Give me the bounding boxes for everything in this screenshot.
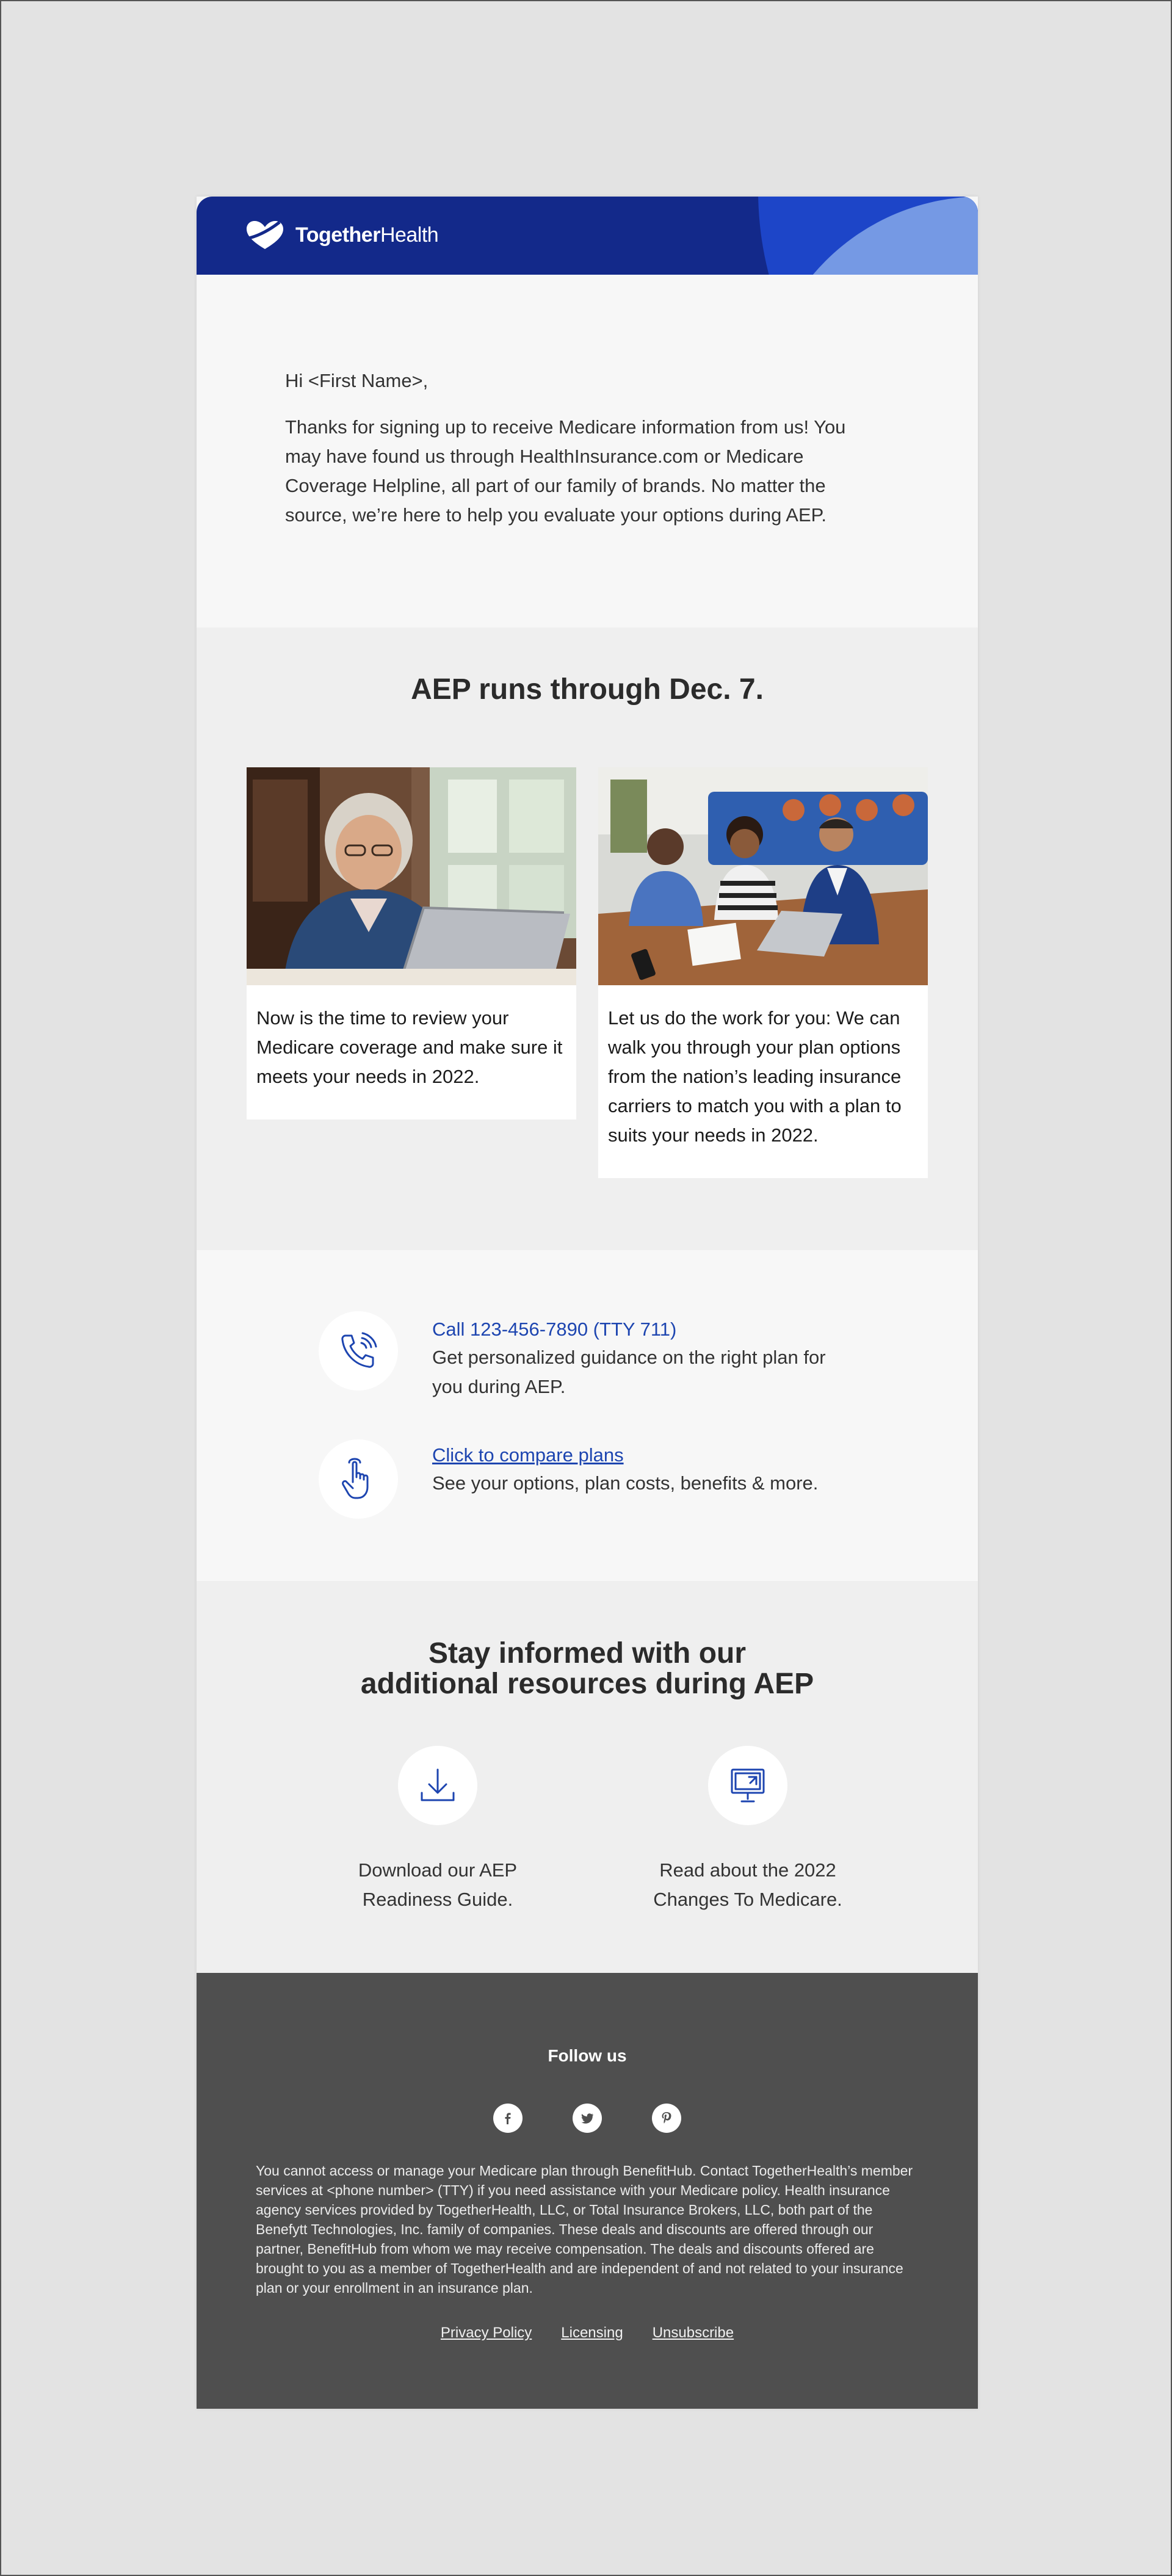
twitter-icon[interactable] [573, 2104, 602, 2133]
readiness-guide-item[interactable]: Download our AEP Readiness Guide. [337, 1746, 538, 1914]
resources-section: Stay informed with our additional resour… [197, 1581, 978, 1973]
aep-card: Let us do the work for you: We can walk … [598, 767, 928, 1178]
pinterest-icon[interactable] [652, 2104, 681, 2133]
call-phone-link[interactable]: Call 123-456-7890 (TTY 711) [432, 1316, 847, 1343]
intro-body: Thanks for signing up to receive Medicar… [285, 416, 846, 526]
medicare-changes-item[interactable]: Read about the 2022 Changes To Medicare. [647, 1746, 848, 1914]
resources-heading-line2: additional resources during AEP [360, 1668, 814, 1700]
compare-description: See your options, plan costs, benefits &… [432, 1472, 819, 1494]
contact-section: Call 123-456-7890 (TTY 711) Get personal… [197, 1250, 978, 1581]
readiness-guide-line2: Readiness Guide. [362, 1889, 513, 1910]
call-row: Call 123-456-7890 (TTY 711) Get personal… [319, 1311, 978, 1402]
compare-row: Click to compare plans See your options,… [319, 1439, 978, 1519]
phone-icon[interactable] [319, 1311, 398, 1391]
resources-heading: Stay informed with our additional resour… [197, 1638, 978, 1699]
compare-plans-link[interactable]: Click to compare plans [432, 1442, 847, 1469]
readiness-guide-label: Download our AEP Readiness Guide. [337, 1856, 538, 1914]
privacy-policy-link[interactable]: Privacy Policy [441, 2325, 532, 2342]
resources-heading-line1: Stay informed with our [428, 1637, 747, 1670]
footer-links: Privacy Policy Licensing Unsubscribe [197, 2325, 978, 2342]
social-links [197, 2104, 978, 2133]
aep-section: AEP runs through Dec. 7. Now is the time… [197, 628, 978, 1250]
brand-name-regular: Health [380, 223, 439, 247]
monitor-icon[interactable] [708, 1746, 787, 1825]
medicare-changes-line2: Changes To Medicare. [653, 1889, 842, 1910]
greeting: Hi <First Name>, [285, 370, 429, 391]
pointer-hand-icon[interactable] [319, 1439, 398, 1519]
call-description: Get personalized guidance on the right p… [432, 1347, 826, 1397]
brand-wordmark: TogetherHealth [295, 223, 439, 247]
readiness-guide-line1: Download our AEP [358, 1859, 518, 1881]
aep-card-text: Let us do the work for you: We can walk … [608, 1007, 902, 1146]
email-header: TogetherHealth [197, 197, 978, 275]
intro-section: Hi <First Name>, Thanks for signing up t… [197, 275, 978, 628]
aep-heading: AEP runs through Dec. 7. [411, 673, 764, 706]
facebook-icon[interactable] [493, 2104, 523, 2133]
download-icon[interactable] [398, 1746, 477, 1825]
heart-logo-icon [247, 221, 283, 249]
licensing-link[interactable]: Licensing [561, 2325, 623, 2342]
brand-name-bold: Together [295, 223, 380, 247]
brand-logo[interactable]: TogetherHealth [244, 220, 439, 250]
follow-us-label: Follow us [548, 2046, 627, 2065]
aep-card: Now is the time to review your Medicare … [247, 767, 576, 1120]
unsubscribe-link[interactable]: Unsubscribe [653, 2325, 734, 2342]
legal-disclaimer: You cannot access or manage your Medicar… [256, 2163, 913, 2296]
medicare-changes-label: Read about the 2022 Changes To Medicare. [647, 1856, 848, 1914]
aep-card-text: Now is the time to review your Medicare … [256, 1007, 563, 1087]
senior-woman-laptop-photo [247, 767, 576, 985]
email-container: TogetherHealth Hi <First Name>, Thanks f… [197, 197, 978, 2409]
email-footer: Follow us You cannot access or manage yo… [197, 1973, 978, 2409]
medicare-changes-line1: Read about the 2022 [659, 1859, 836, 1881]
couple-with-advisor-photo [598, 767, 928, 985]
